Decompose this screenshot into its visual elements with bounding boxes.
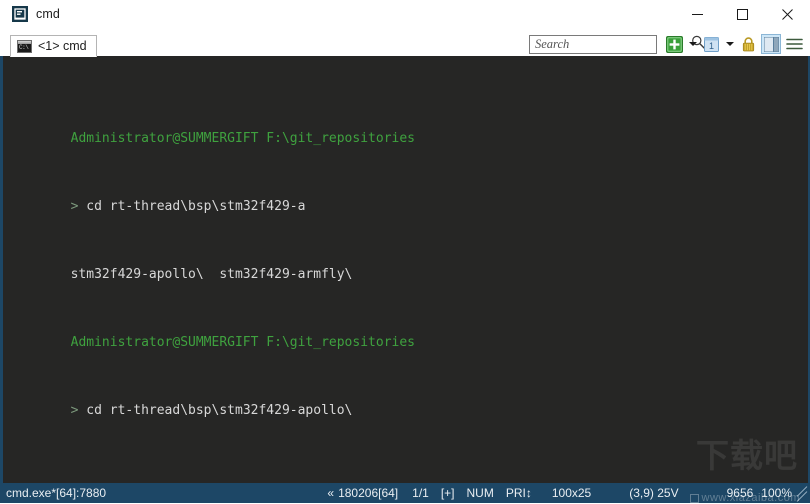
padlock-icon	[742, 36, 754, 51]
terminal-line: > cd rt-thread\bsp\stm32f429-a	[8, 181, 808, 214]
chevron-down-icon	[688, 42, 697, 46]
split-pane-icon	[763, 36, 779, 52]
tab-label: <1> cmd	[38, 39, 87, 53]
resize-grip[interactable]	[794, 483, 810, 503]
hamburger-menu-icon	[785, 38, 803, 50]
tab-bar: <1> cmd	[0, 29, 810, 57]
status-cursor-position: (3,9) 25V	[629, 486, 679, 500]
close-button[interactable]	[765, 0, 810, 28]
status-size: 100x25	[551, 486, 592, 500]
status-state: [+]	[440, 486, 455, 500]
minimize-icon	[692, 13, 703, 15]
terminal-screen[interactable]: Administrator@SUMMERGIFT F:\git_reposito…	[3, 56, 808, 483]
console-tab-icon	[17, 39, 32, 53]
status-pages: 1/1	[412, 486, 429, 500]
close-icon	[782, 8, 793, 20]
status-version: 180206[64]	[338, 486, 399, 500]
status-version-mark: «	[327, 486, 335, 500]
new-window-dropdown[interactable]	[724, 34, 735, 54]
terminal-prompt-text: Administrator@SUMMERGIFT F:\git_reposito…	[70, 335, 415, 350]
window-controls	[675, 0, 810, 28]
window-blue-1-icon: 1	[703, 36, 719, 52]
svg-text:1: 1	[708, 41, 713, 51]
split-pane-button[interactable]	[761, 34, 781, 54]
lock-button[interactable]	[738, 34, 758, 54]
terminal-chevron: >	[70, 199, 87, 214]
title-bar: cmd	[0, 0, 810, 29]
status-char-count: 9656	[726, 486, 754, 500]
status-process: cmd.exe*[64]:7880	[6, 486, 107, 500]
status-bar: cmd.exe*[64]:7880 « 180206[64] 1/1 [+] N…	[0, 483, 810, 503]
search-box[interactable]	[529, 34, 705, 54]
new-tab-dropdown[interactable]	[687, 34, 698, 54]
minimize-button[interactable]	[675, 0, 720, 28]
status-numlock[interactable]: NUM	[461, 483, 500, 503]
console-window: cmd <1> cmd	[0, 0, 810, 504]
status-zoom[interactable]: 100%	[759, 483, 794, 503]
terminal-chevron: >	[70, 403, 87, 418]
terminal-frame: Administrator@SUMMERGIFT F:\git_reposito…	[0, 56, 810, 483]
status-priority[interactable]: PRI↕	[500, 483, 538, 503]
terminal-line: stm32f429-apollo\ stm32f429-armfly\	[8, 249, 808, 282]
terminal-prompt-text: Administrator@SUMMERGIFT F:\git_reposito…	[70, 131, 415, 146]
new-tab-button[interactable]	[664, 34, 684, 54]
plus-green-icon	[665, 35, 683, 53]
terminal-command-text: cd rt-thread\bsp\stm32f429-a	[86, 199, 306, 214]
terminal-command-text: cd rt-thread\bsp\stm32f429-apollo\	[86, 403, 353, 418]
maximize-icon	[737, 8, 748, 20]
terminal-output-text: stm32f429-apollo\ stm32f429-armfly\	[70, 267, 353, 282]
chevron-down-icon	[725, 42, 734, 46]
menu-button[interactable]	[784, 34, 804, 54]
title-bar-left: cmd	[0, 6, 60, 22]
terminal-line: Administrator@SUMMERGIFT F:\git_reposito…	[8, 113, 808, 146]
maximize-button[interactable]	[720, 0, 765, 28]
tab-cmd-1[interactable]: <1> cmd	[10, 35, 97, 57]
new-window-button[interactable]: 1	[701, 34, 721, 54]
window-title: cmd	[36, 7, 60, 21]
terminal-line: Administrator@SUMMERGIFT F:\git_reposito…	[8, 317, 808, 350]
terminal-line: > cd rt-thread\bsp\stm32f429-apollo\	[8, 385, 808, 418]
console-icon	[12, 6, 28, 22]
toolbar: 1	[529, 34, 804, 54]
